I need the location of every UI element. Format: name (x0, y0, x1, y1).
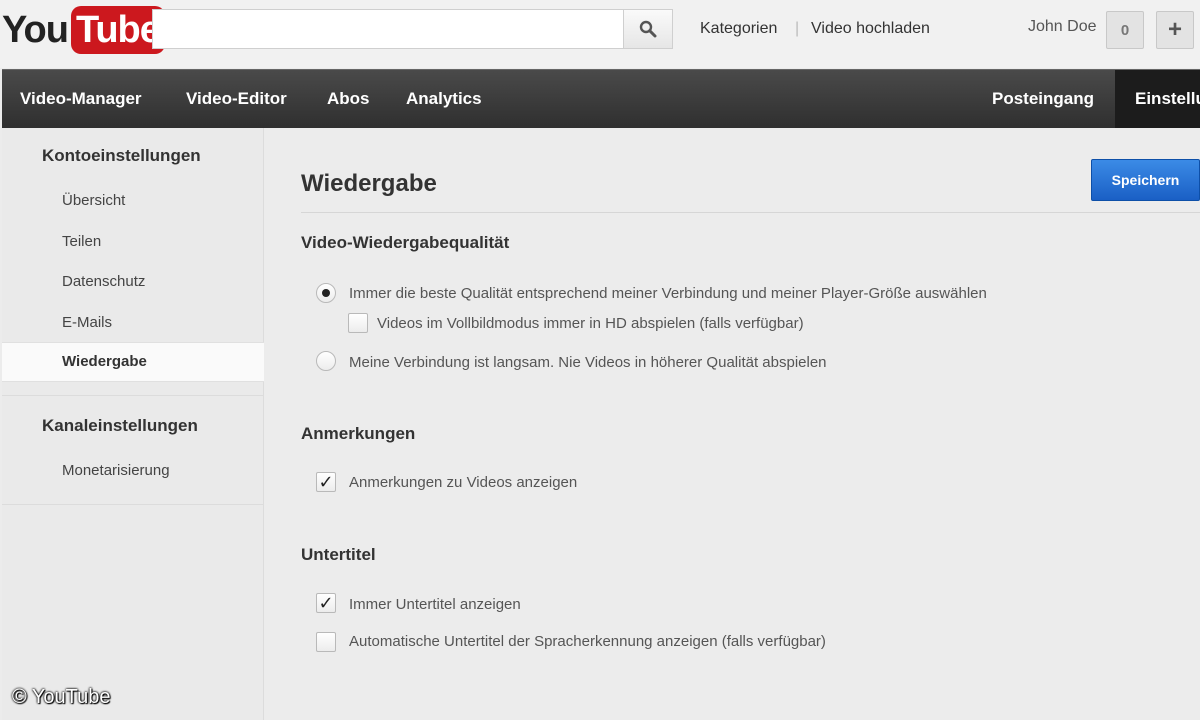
sidebar-item-sharing[interactable]: Teilen (62, 233, 101, 250)
label-slow-connection: Meine Verbindung ist langsam. Nie Videos… (349, 354, 827, 371)
notification-count-button[interactable]: 0 (1106, 11, 1144, 49)
logo-you-text: You (2, 9, 69, 51)
radio-best-quality[interactable] (316, 283, 336, 303)
sidebar-heading-channel: Kanaleinstellungen (42, 416, 198, 435)
nav-inbox[interactable]: Posteingang (992, 70, 1094, 128)
nav-analytics[interactable]: Analytics (406, 70, 482, 128)
nav-settings-label: Einstellungen (1135, 89, 1200, 108)
sidebar-divider (2, 504, 264, 505)
link-separator: | (795, 20, 800, 37)
nav-video-manager[interactable]: Video-Manager (20, 70, 142, 128)
search-icon (639, 20, 657, 38)
section-heading-subtitles: Untertitel (301, 545, 376, 564)
search-button[interactable] (623, 9, 673, 49)
save-button[interactable]: Speichern (1091, 159, 1200, 201)
sidebar-item-playback[interactable]: Wiedergabe (2, 342, 264, 382)
sidebar-item-monetization[interactable]: Monetarisierung (62, 462, 170, 479)
sidebar-item-emails[interactable]: E-Mails (62, 314, 112, 331)
nav-settings[interactable]: Einstellungen (1115, 70, 1200, 128)
plus-button[interactable]: + (1156, 11, 1194, 49)
logo-tube-text: Tube (70, 6, 165, 54)
checkbox-show-annotations[interactable]: ✓ (316, 472, 336, 492)
copyright-watermark: © YouTube (12, 686, 111, 708)
categories-link[interactable]: Kategorien (700, 20, 777, 38)
label-show-annotations: Anmerkungen zu Videos anzeigen (349, 474, 578, 491)
label-fullscreen-hd: Videos im Vollbildmodus immer in HD absp… (377, 315, 804, 332)
sidebar-item-playback-label: Wiedergabe (62, 353, 147, 370)
label-auto-subtitles: Automatische Untertitel der Spracherkenn… (349, 633, 826, 650)
main-nav-bar: Video-Manager Video-Editor Abos Analytic… (2, 69, 1200, 128)
sidebar-divider (2, 395, 264, 396)
username[interactable]: John Doe (1028, 18, 1097, 36)
sidebar-item-privacy[interactable]: Datenschutz (62, 273, 145, 290)
nav-subscriptions[interactable]: Abos (327, 70, 370, 128)
checkbox-fullscreen-hd[interactable] (348, 313, 368, 333)
section-heading-quality: Video-Wiedergabequalität (301, 233, 510, 252)
checkbox-always-subtitles[interactable]: ✓ (316, 593, 336, 613)
title-divider (301, 212, 1200, 213)
search-input[interactable] (152, 9, 624, 49)
label-always-subtitles: Immer Untertitel anzeigen (349, 596, 521, 613)
section-heading-annotations: Anmerkungen (301, 424, 416, 443)
checkbox-auto-subtitles[interactable] (316, 632, 336, 652)
settings-sidebar: Kontoeinstellungen Übersicht Teilen Date… (2, 128, 264, 720)
sidebar-item-overview[interactable]: Übersicht (62, 192, 125, 209)
page-title: Wiedergabe (301, 170, 437, 197)
top-bar: You Tube Kategorien | Video hochladen Jo… (0, 0, 1200, 68)
nav-video-editor[interactable]: Video-Editor (186, 70, 287, 128)
youtube-logo[interactable]: You Tube (2, 6, 165, 54)
upload-video-link[interactable]: Video hochladen (811, 20, 930, 38)
radio-slow-connection[interactable] (316, 351, 336, 371)
label-best-quality: Immer die beste Qualität entsprechend me… (349, 285, 987, 302)
sidebar-heading-account: Kontoeinstellungen (42, 146, 201, 165)
